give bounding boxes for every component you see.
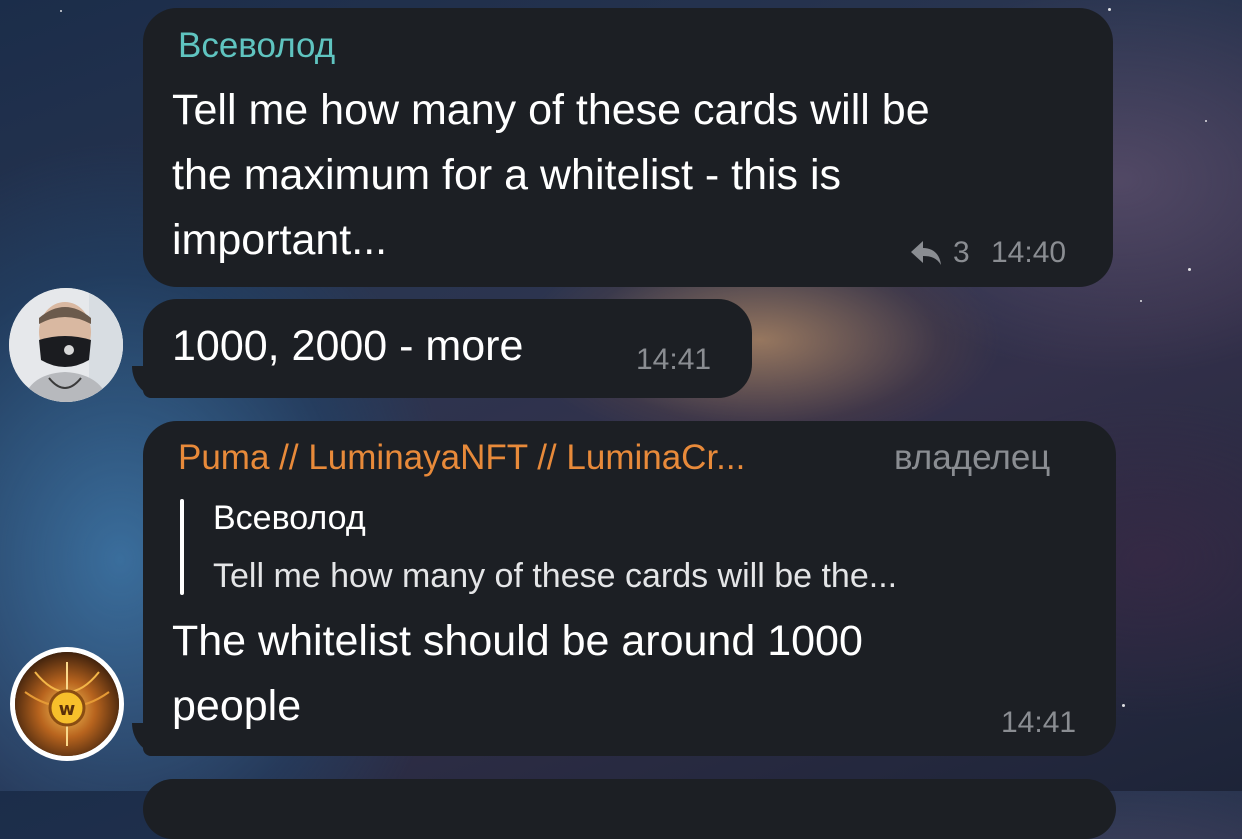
message-text-line: Tell me how many of these cards will be: [172, 86, 930, 134]
quote-text: Tell me how many of these cards will be …: [213, 557, 898, 595]
star: [1108, 8, 1111, 11]
message-bubble-next[interactable]: [143, 779, 1116, 839]
message-sender-name[interactable]: Всеволод: [178, 26, 335, 66]
message-time: 14:41: [636, 343, 712, 376]
message-bubble-owner-reply[interactable]: Puma // LuminayaNFT // LuminaCr... владе…: [143, 421, 1116, 756]
quote-bar: [180, 499, 184, 595]
gold-w-logo-icon: w: [15, 652, 119, 756]
message-sender-name[interactable]: Puma // LuminayaNFT // LuminaCr...: [178, 438, 745, 478]
message-time: 14:40: [991, 236, 1067, 269]
message-bubble-numbers[interactable]: 1000, 2000 - more 14:41: [143, 299, 752, 398]
reply-count-indicator[interactable]: 3: [909, 236, 970, 270]
svg-text:w: w: [59, 699, 76, 720]
star: [1122, 704, 1125, 707]
message-text-line: people: [172, 682, 302, 730]
quote-author: Всеволод: [213, 499, 366, 537]
sender-role-badge: владелец: [894, 438, 1051, 477]
message-text-line: the maximum for a whitelist - this is: [172, 151, 842, 199]
owner-avatar[interactable]: w: [10, 647, 124, 761]
message-text-line: important...: [172, 216, 388, 264]
user-avatar[interactable]: [9, 288, 123, 402]
star: [1188, 268, 1191, 271]
message-text: 1000, 2000 - more: [172, 322, 524, 370]
star: [1205, 120, 1207, 122]
star: [60, 10, 62, 12]
user-avatar-image: [9, 288, 123, 402]
reply-arrow-icon: [909, 239, 943, 267]
message-bubble-vsevolod[interactable]: Всеволод Tell me how many of these cards…: [143, 8, 1113, 287]
quoted-reply[interactable]: Всеволод Tell me how many of these cards…: [180, 497, 1080, 597]
message-text-line: The whitelist should be around 1000: [172, 617, 863, 665]
star: [1140, 300, 1142, 302]
reply-count: 3: [953, 236, 970, 269]
message-time: 14:41: [1001, 706, 1077, 739]
